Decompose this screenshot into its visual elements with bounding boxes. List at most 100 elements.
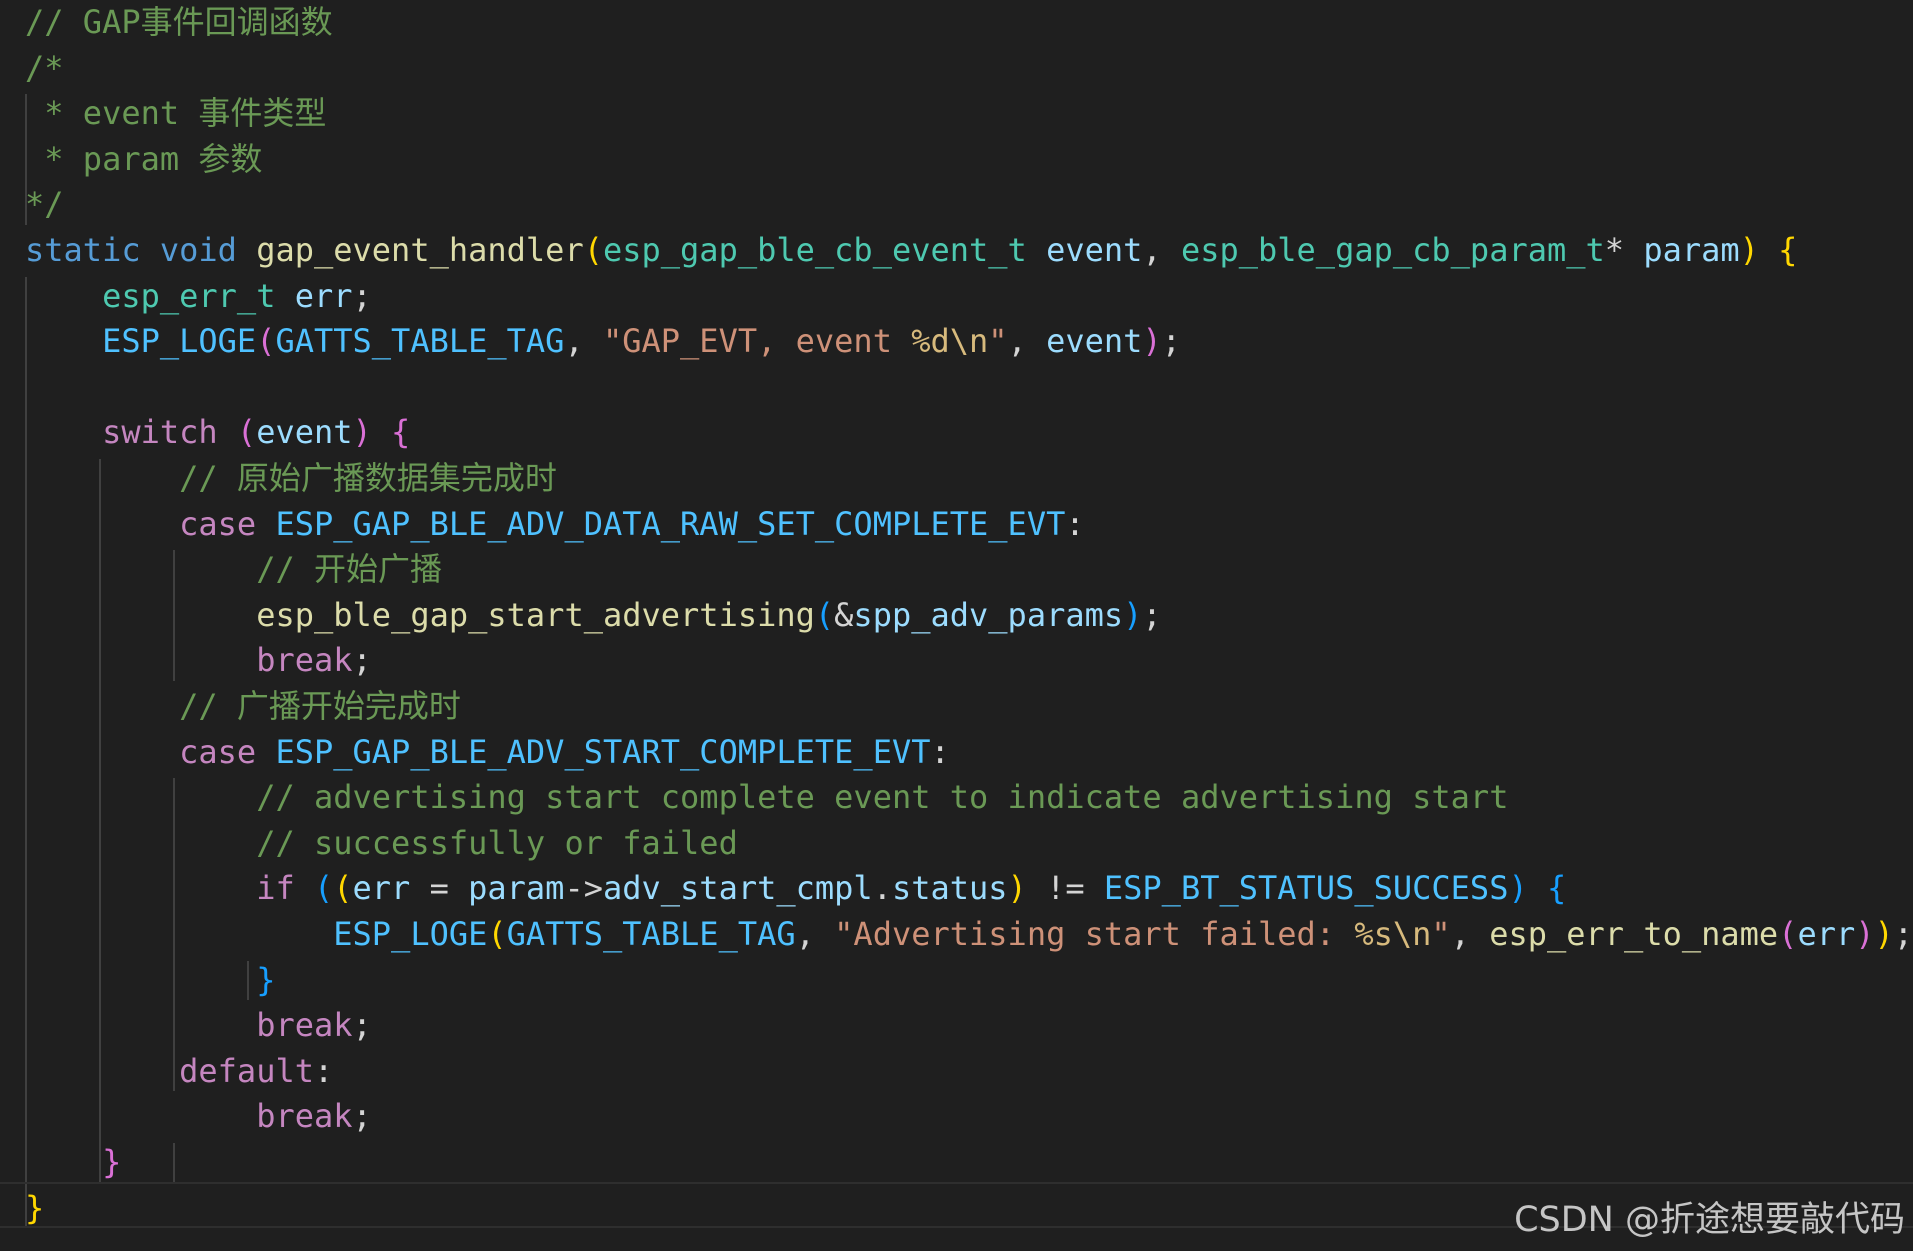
code-line[interactable]: // advertising start complete event to i… <box>25 775 1508 820</box>
code-token: esp_err_t <box>102 276 276 315</box>
code-token: } <box>256 960 276 999</box>
code-line[interactable]: esp_ble_gap_start_advertising(&spp_adv_p… <box>25 593 1162 638</box>
code-token: : <box>313 1051 334 1090</box>
code-token: , <box>1142 231 1181 269</box>
code-token: spp_adv_params <box>853 595 1124 634</box>
code-line[interactable]: } <box>25 1186 44 1231</box>
code-token: { <box>391 413 411 452</box>
code-token: GATTS_TABLE_TAG <box>506 915 796 953</box>
code-token: GATTS_TABLE_TAG <box>275 322 565 361</box>
code-token: event <box>1046 322 1143 361</box>
code-token: * <box>1604 231 1644 269</box>
code-token: , <box>1450 915 1490 953</box>
code-line[interactable]: } <box>25 958 275 1003</box>
code-token: void <box>159 231 237 269</box>
watermark: CSDN @折途想要敲代码 <box>1514 1200 1905 1240</box>
code-line[interactable]: // GAP事件回调函数 <box>25 0 333 45</box>
code-line[interactable]: break; <box>25 1094 372 1139</box>
code-line[interactable]: * event 事件类型 <box>25 91 326 136</box>
code-line[interactable]: ESP_LOGE(GATTS_TABLE_TAG, "GAP_EVT, even… <box>25 319 1181 364</box>
code-line[interactable]: // successfully or failed <box>25 821 738 866</box>
code-token: status <box>891 869 1008 908</box>
code-token: ESP_BT_STATUS_SUCCESS <box>1103 869 1509 908</box>
code-token: ; <box>1142 595 1162 634</box>
code-token: != <box>1026 869 1104 908</box>
code-token: ) <box>1142 322 1162 361</box>
code-line[interactable]: esp_err_t err; <box>25 274 372 319</box>
code-token: ( <box>1778 915 1798 953</box>
code-line[interactable]: switch (event) { <box>25 410 410 455</box>
code-line[interactable]: case ESP_GAP_BLE_ADV_DATA_RAW_SET_COMPLE… <box>25 502 1084 547</box>
code-line[interactable]: * param 参数 <box>25 137 262 182</box>
code-token: ; <box>1893 915 1913 953</box>
code-token: event <box>1046 231 1143 269</box>
code-line[interactable]: // 广播开始完成时 <box>25 684 461 729</box>
code-token: case <box>179 732 257 771</box>
code-token: if <box>256 869 295 908</box>
code-token: err <box>1797 915 1856 953</box>
code-line[interactable]: default: <box>25 1049 333 1094</box>
current-line-rule <box>0 1182 1913 1184</box>
code-token: "GAP_EVT, event <box>602 322 912 361</box>
code-line[interactable]: /* <box>25 46 64 91</box>
code-token: ) <box>1508 869 1528 908</box>
code-line[interactable]: break; <box>25 1003 372 1048</box>
code-line[interactable]: case ESP_GAP_BLE_ADV_START_COMPLETE_EVT: <box>25 730 950 775</box>
code-token: case <box>179 504 257 543</box>
code-token: ESP_GAP_BLE_ADV_DATA_RAW_SET_COMPLETE_EV… <box>275 504 1066 543</box>
code-token: " <box>988 322 1008 361</box>
code-token: ( <box>236 413 257 452</box>
code-line[interactable]: // 开始广播 <box>25 547 442 592</box>
code-token: ( <box>814 595 835 634</box>
code-token: { <box>1778 231 1798 269</box>
code-token: static <box>25 231 141 269</box>
code-token: err <box>352 869 411 908</box>
code-line[interactable]: */ <box>25 182 64 227</box>
code-token: break <box>256 641 353 680</box>
code-line[interactable]: ESP_LOGE(GATTS_TABLE_TAG, "Advertising s… <box>25 912 1913 957</box>
code-token: param <box>468 869 565 908</box>
code-token: default <box>179 1051 314 1090</box>
code-line[interactable]: // 原始广播数据集完成时 <box>25 456 557 501</box>
code-token: // 原始广播数据集完成时 <box>179 459 557 497</box>
code-editor[interactable]: // GAP事件回调函数/* * event 事件类型 * param 参数 */… <box>0 0 1913 1251</box>
code-token: ; <box>352 641 372 680</box>
code-token: esp_ble_gap_cb_param_t <box>1180 231 1605 269</box>
code-token: ( <box>583 231 603 269</box>
code-token: %d\n <box>911 322 989 361</box>
code-line[interactable]: break; <box>25 638 372 683</box>
code-token: ) <box>1007 869 1027 908</box>
code-token: ( <box>256 322 276 361</box>
code-token: . <box>872 869 892 908</box>
code-line[interactable]: } <box>25 1140 121 1185</box>
code-line[interactable]: static void gap_event_handler(esp_gap_bl… <box>25 228 1797 273</box>
code-token: esp_ble_gap_start_advertising <box>256 595 815 634</box>
code-token: ( <box>333 869 353 908</box>
code-token: param <box>1643 231 1740 269</box>
code-token: ; <box>352 1006 372 1045</box>
code-token: ) <box>1123 595 1143 634</box>
code-token: esp_err_to_name <box>1489 915 1779 953</box>
code-token: ( <box>487 915 507 953</box>
code-token: break <box>256 1006 353 1045</box>
code-token: ; <box>1161 322 1181 361</box>
code-line[interactable]: if ((err = param->adv_start_cmpl.status)… <box>25 866 1566 911</box>
code-token: ESP_LOGE <box>102 322 257 361</box>
code-token: -> <box>564 869 603 908</box>
